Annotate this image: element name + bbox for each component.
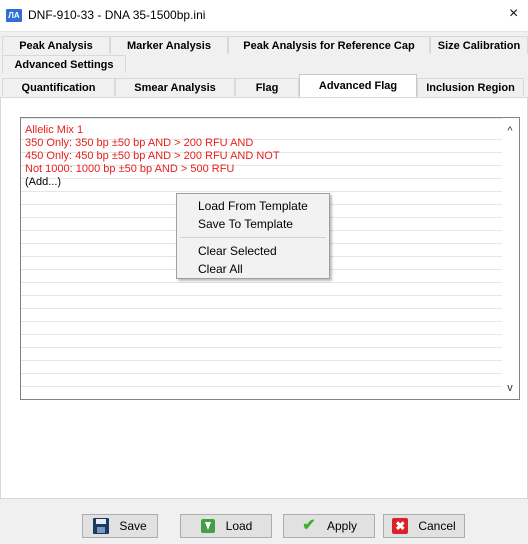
scroll-down-icon[interactable]: v — [503, 381, 517, 395]
menu-clear-all[interactable]: Clear All — [198, 261, 243, 277]
apply-button[interactable]: ✔ Apply — [283, 514, 375, 538]
list-item[interactable]: Not 1000: 1000 bp ±50 bp AND > 500 RFU — [25, 163, 234, 176]
cancel-label: Cancel — [418, 519, 456, 533]
window-title: DNF-910-33 - DNA 35-1500bp.ini — [28, 8, 206, 22]
tab-row-2: Advanced Settings — [0, 55, 528, 73]
floppy-disk-icon — [93, 518, 110, 534]
tab-smear-analysis[interactable]: Smear Analysis — [115, 78, 235, 96]
tab-quantification[interactable]: Quantification — [2, 78, 115, 96]
tab-peak-analysis[interactable]: Peak Analysis — [2, 36, 110, 54]
cancel-button[interactable]: ✖ Cancel — [383, 514, 465, 538]
tab-inclusion-region[interactable]: Inclusion Region — [417, 78, 524, 96]
tab-advanced-flag[interactable]: Advanced Flag — [299, 74, 417, 97]
add-item[interactable]: (Add...) — [25, 176, 61, 189]
title-bar: ЛА DNF-910-33 - DNA 35-1500bp.ini × — [0, 0, 528, 32]
tab-marker-analysis[interactable]: Marker Analysis — [110, 36, 228, 54]
menu-clear-selected[interactable]: Clear Selected — [198, 243, 277, 259]
tab-flag[interactable]: Flag — [235, 78, 299, 96]
load-label: Load — [225, 519, 253, 533]
tab-row-1: Peak Analysis Marker Analysis Peak Analy… — [0, 36, 528, 54]
list-item[interactable]: 450 Only: 450 bp ±50 bp AND > 200 RFU AN… — [25, 150, 280, 163]
scroll-up-icon[interactable]: ^ — [503, 124, 517, 138]
tab-size-calibration[interactable]: Size Calibration — [430, 36, 528, 54]
menu-separator — [180, 237, 326, 238]
tab-advanced-settings[interactable]: Advanced Settings — [2, 55, 126, 73]
save-label: Save — [119, 519, 147, 533]
tab-peak-analysis-reference-cap[interactable]: Peak Analysis for Reference Cap — [228, 36, 430, 54]
list-item[interactable]: Allelic Mix 1 — [25, 124, 83, 137]
save-button[interactable]: Save — [82, 514, 158, 538]
close-icon[interactable]: × — [509, 5, 518, 23]
menu-load-from-template[interactable]: Load From Template — [198, 198, 308, 214]
tab-row-3: Quantification Smear Analysis Flag Advan… — [0, 74, 528, 97]
apply-label: Apply — [326, 519, 358, 533]
app-icon: ЛА — [6, 9, 22, 22]
cancel-x-icon: ✖ — [392, 518, 409, 534]
context-menu: Load From Template Save To Template Clea… — [176, 193, 330, 279]
load-button[interactable]: Load — [180, 514, 272, 538]
list-item[interactable]: 350 Only: 350 bp ±50 bp AND > 200 RFU AN… — [25, 137, 253, 150]
checkmark-icon: ✔ — [302, 517, 316, 534]
menu-save-to-template[interactable]: Save To Template — [198, 216, 293, 232]
download-arrow-icon — [200, 518, 216, 534]
